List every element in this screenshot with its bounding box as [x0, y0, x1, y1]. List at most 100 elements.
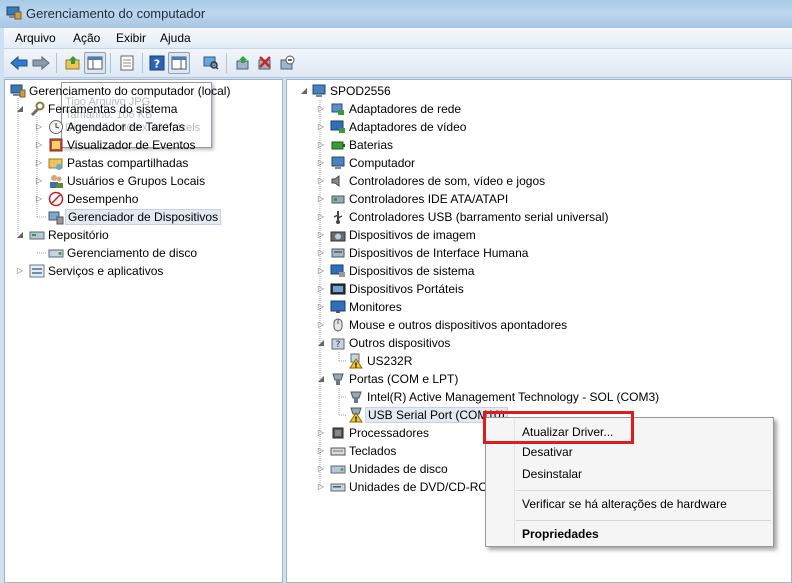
context-properties[interactable]: Propriedades: [522, 527, 599, 541]
device-category-keyboards[interactable]: Teclados: [330, 442, 396, 460]
device-category-batteries[interactable]: Baterias: [330, 136, 393, 154]
update-driver-toolbar-button[interactable]: [232, 52, 254, 74]
collapse-arrow-icon[interactable]: ◢: [299, 86, 309, 96]
collapse-arrow-icon[interactable]: ◢: [15, 230, 25, 240]
expand-arrow-icon[interactable]: ▷: [316, 176, 326, 186]
show-hide-tree-button[interactable]: [84, 52, 106, 74]
back-button[interactable]: [8, 52, 30, 74]
context-uninstall[interactable]: Desinstalar: [522, 467, 582, 481]
device-category-processors[interactable]: Processadores: [330, 424, 429, 442]
svg-text:?: ?: [154, 58, 160, 71]
tree-item-repositorio[interactable]: Repositório: [29, 226, 109, 244]
device-category-ports[interactable]: Portas (COM e LPT): [330, 370, 458, 388]
device-category-network[interactable]: Adaptadores de rede: [330, 100, 461, 118]
device-category-computer[interactable]: Computador: [330, 154, 415, 172]
expand-arrow-icon[interactable]: ▷: [316, 284, 326, 294]
expand-arrow-icon[interactable]: ▷: [34, 122, 44, 132]
device-category-mouse[interactable]: Mouse e outros dispositivos apontadores: [330, 316, 567, 334]
collapse-arrow-icon[interactable]: ◢: [316, 338, 326, 348]
uninstall-icon: [258, 56, 271, 70]
device-category-monitors[interactable]: Monitores: [330, 298, 402, 316]
tree-root-local[interactable]: Gerenciamento do computador (local): [10, 82, 230, 100]
battery-icon: [331, 141, 345, 150]
expand-arrow-icon[interactable]: ▷: [34, 140, 44, 150]
forward-button[interactable]: [30, 52, 52, 74]
event-viewer-icon: [49, 138, 63, 152]
collapse-arrow-icon[interactable]: ◢: [316, 374, 326, 384]
expand-arrow-icon[interactable]: ▷: [316, 140, 326, 150]
device-category-imaging[interactable]: Dispositivos de imagem: [330, 226, 476, 244]
console-tree-pane[interactable]: Tipo Arquivo JPG Tamanho: 106 KB Dimensã…: [4, 79, 283, 583]
expand-arrow-icon[interactable]: ▷: [15, 266, 25, 276]
menu-acao[interactable]: Ação: [73, 31, 100, 45]
expand-arrow-icon[interactable]: ▷: [316, 320, 326, 330]
hid-icon: [331, 248, 345, 258]
action-pane-icon: [171, 56, 187, 70]
collapse-arrow-icon[interactable]: ◢: [15, 104, 25, 114]
context-disable[interactable]: Desativar: [522, 445, 573, 459]
device-category-ide[interactable]: Controladores IDE ATA/ATAPI: [330, 190, 508, 208]
help-button[interactable]: ?: [146, 52, 168, 74]
context-scan-hardware[interactable]: Verificar se há alterações de hardware: [522, 497, 727, 511]
expand-arrow-icon[interactable]: ▷: [34, 194, 44, 204]
computer-icon: [331, 156, 345, 169]
expand-arrow-icon[interactable]: ▷: [316, 248, 326, 258]
export-list-button[interactable]: [116, 52, 138, 74]
tree-item-usuarios[interactable]: Usuários e Grupos Locais: [48, 172, 205, 190]
device-category-system[interactable]: Dispositivos de sistema: [330, 262, 474, 280]
tree-item-pastas[interactable]: Pastas compartilhadas: [48, 154, 188, 172]
expand-arrow-icon[interactable]: ▷: [316, 482, 326, 492]
expand-arrow-icon[interactable]: ▷: [316, 230, 326, 240]
monitor-search-icon: [203, 56, 219, 70]
tree-item-gerenciador-dispositivos[interactable]: Gerenciador de Dispositivos: [48, 208, 222, 226]
device-category-dvd[interactable]: Unidades de DVD/CD-ROM: [330, 478, 498, 496]
expand-arrow-icon[interactable]: ▷: [316, 428, 326, 438]
system-devices-icon: [330, 264, 345, 277]
tree-item-agendador[interactable]: Agendador de Tarefas: [48, 118, 185, 136]
device-category-hid[interactable]: Dispositivos de Interface Humana: [330, 244, 528, 262]
device-category-portable[interactable]: Dispositivos Portáteis: [330, 280, 464, 298]
computer-management-window: Gerenciamento do computador Arquivo Ação…: [0, 0, 792, 583]
help-icon: ?: [149, 55, 165, 71]
users-icon: [50, 175, 63, 188]
expand-arrow-icon[interactable]: ▷: [34, 176, 44, 186]
device-tree-root[interactable]: SPOD2556: [311, 82, 391, 100]
expand-arrow-icon[interactable]: ▷: [316, 158, 326, 168]
disable-toolbar-button[interactable]: [276, 52, 298, 74]
menu-exibir[interactable]: Exibir: [116, 31, 146, 45]
warning-device-icon: !: [349, 353, 363, 370]
uninstall-toolbar-button[interactable]: [254, 52, 276, 74]
tree-item-servicos[interactable]: Serviços e aplicativos: [29, 262, 163, 280]
device-category-usb[interactable]: Controladores USB (barramento serial uni…: [330, 208, 608, 226]
svg-text:!: !: [354, 362, 357, 370]
tree-item-ferramentas[interactable]: Ferramentas do sistema: [29, 100, 177, 118]
expand-arrow-icon[interactable]: ▷: [316, 104, 326, 114]
unknown-device-icon: ?: [331, 338, 345, 350]
expand-arrow-icon[interactable]: ▷: [316, 266, 326, 276]
expand-arrow-icon[interactable]: ▷: [34, 158, 44, 168]
show-action-pane-button[interactable]: [168, 52, 190, 74]
expand-arrow-icon[interactable]: ▷: [316, 302, 326, 312]
device-category-video[interactable]: Adaptadores de vídeo: [330, 118, 466, 136]
expand-arrow-icon[interactable]: ▷: [316, 122, 326, 132]
properties-button[interactable]: [200, 52, 222, 74]
toolbar: ?: [4, 49, 792, 78]
expand-arrow-icon[interactable]: ▷: [316, 464, 326, 474]
tree-item-gerenciamento-disco[interactable]: Gerenciamento de disco: [48, 244, 197, 262]
device-category-other[interactable]: ? Outros dispositivos: [330, 334, 450, 352]
device-us232r[interactable]: ! US232R: [348, 352, 412, 370]
device-intel-amt-sol[interactable]: Intel(R) Active Management Technology - …: [348, 388, 659, 406]
expand-arrow-icon[interactable]: ▷: [316, 194, 326, 204]
tree-item-desempenho[interactable]: Desempenho: [48, 190, 138, 208]
menu-ajuda[interactable]: Ajuda: [160, 31, 191, 45]
expand-arrow-icon[interactable]: ▷: [316, 212, 326, 222]
port-icon: [350, 391, 362, 403]
menu-arquivo[interactable]: Arquivo: [15, 31, 56, 45]
device-category-sound[interactable]: Controladores de som, vídeo e jogos: [330, 172, 545, 190]
tree-item-visualizador[interactable]: Visualizador de Eventos: [48, 136, 196, 154]
menu-bar: Arquivo Ação Exibir Ajuda: [4, 28, 792, 49]
console-tree-icon: [87, 56, 103, 70]
up-folder-button[interactable]: [62, 52, 84, 74]
expand-arrow-icon[interactable]: ▷: [316, 446, 326, 456]
device-category-disk-drives[interactable]: Unidades de disco: [330, 460, 448, 478]
